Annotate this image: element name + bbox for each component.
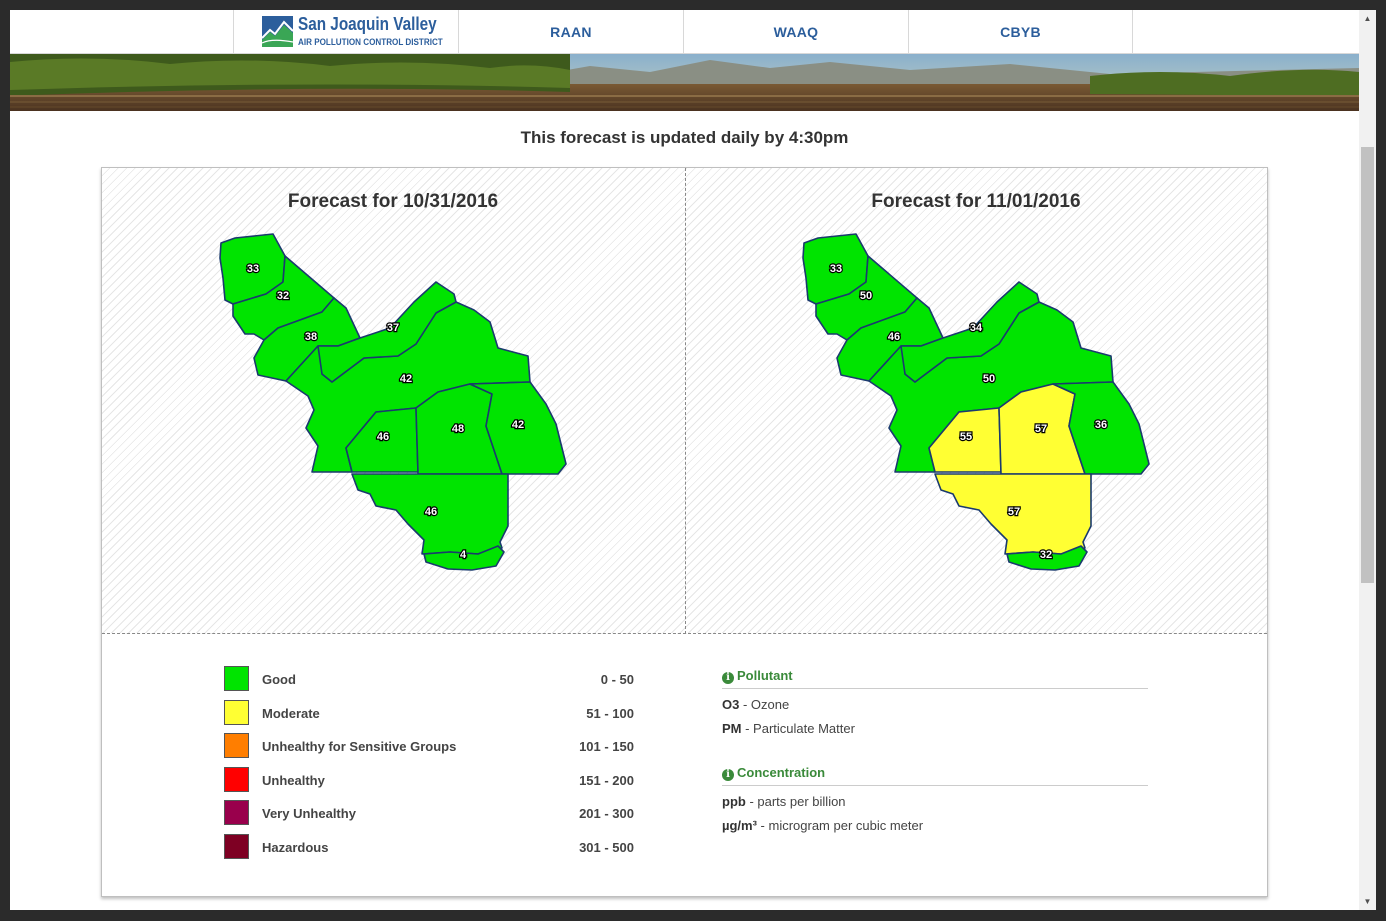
- legend-label: Moderate: [262, 706, 320, 721]
- forecast-maps: Forecast for 10/31/2016 33 32 38 37 42 46 48 42…: [102, 168, 1267, 634]
- color-swatch: [224, 700, 249, 725]
- legend-row-good: Good 0 - 50: [224, 666, 634, 692]
- legend-range: 151 - 200: [579, 773, 634, 788]
- color-swatch: [224, 800, 249, 825]
- aqi-value-label: 34: [970, 322, 983, 334]
- color-swatch: [224, 834, 249, 859]
- pollutant-row: O3 - Ozone: [722, 697, 789, 712]
- aqi-value-label: 57: [1008, 506, 1020, 518]
- legend-row-moderate: Moderate 51 - 100: [224, 700, 634, 726]
- legend-range: 51 - 100: [586, 706, 634, 721]
- pollutant-abbr: O3: [722, 697, 740, 712]
- nav-item-cbyb: CBYB: [908, 10, 1133, 54]
- aqi-value-label: 32: [1040, 549, 1052, 561]
- valley-banner-image: [10, 54, 1359, 111]
- site-header: San Joaquin Valley AIR POLLUTION CONTROL…: [10, 10, 1359, 54]
- scroll-up-arrow-icon[interactable]: ▲: [1359, 10, 1376, 27]
- aqi-value-label: 55: [960, 431, 972, 443]
- legend-row-very-unhealthy: Very Unhealthy 201 - 300: [224, 800, 634, 826]
- concentration-row: µg/m³ - microgram per cubic meter: [722, 818, 923, 833]
- legend-row-unhealthy: Unhealthy 151 - 200: [224, 767, 634, 793]
- forecast-today: Forecast for 10/31/2016 33 32 38 37 42 46 48 42…: [102, 168, 684, 634]
- legend-label: Unhealthy: [262, 773, 325, 788]
- legend-row-usg: Unhealthy for Sensitive Groups 101 - 150: [224, 733, 634, 759]
- legend-range: 201 - 300: [579, 806, 634, 821]
- update-notice: This forecast is updated daily by 4:30pm: [520, 128, 849, 147]
- pollutant-desc: - Particulate Matter: [741, 721, 855, 736]
- aqi-value-label: 42: [512, 419, 524, 431]
- legend-label: Good: [262, 672, 296, 687]
- color-swatch: [224, 666, 249, 691]
- scroll-down-arrow-icon[interactable]: ▼: [1359, 893, 1376, 910]
- logo-title: San Joaquin Valley: [298, 14, 437, 34]
- nav-link-raan[interactable]: RAAN: [459, 10, 683, 54]
- aqi-value-label: 42: [400, 373, 412, 385]
- scroll-thumb[interactable]: [1361, 147, 1374, 583]
- aqi-value-label: 4: [460, 549, 467, 561]
- aqi-value-label: 46: [425, 506, 437, 518]
- aqi-value-label: 33: [247, 263, 259, 275]
- aqi-value-label: 57: [1035, 423, 1047, 435]
- logo-subtitle: AIR POLLUTION CONTROL DISTRICT: [298, 37, 443, 47]
- legend-label: Hazardous: [262, 840, 329, 855]
- info-icon: i: [722, 769, 734, 781]
- aqi-value-label: 46: [888, 331, 900, 343]
- aqi-value-label: 33: [830, 263, 842, 275]
- nav-link-cbyb[interactable]: CBYB: [909, 10, 1132, 54]
- concentration-heading: i Concentration: [722, 765, 1148, 786]
- legend-row-hazardous: Hazardous 301 - 500: [224, 834, 634, 860]
- aqi-value-label: 37: [387, 322, 399, 334]
- aqi-value-label: 38: [305, 331, 317, 343]
- legend-range: 0 - 50: [600, 672, 634, 687]
- pollutant-abbr: PM: [722, 721, 742, 736]
- forecast-panel: Forecast for 10/31/2016 33 32 38 37 42 46 48 42…: [101, 167, 1268, 897]
- info-icon: i: [722, 672, 734, 684]
- concentration-abbr: µg/m³: [722, 818, 757, 833]
- legend-label: Very Unhealthy: [262, 806, 356, 821]
- aqi-value-label: 50: [983, 373, 995, 385]
- legend-range: 301 - 500: [579, 840, 634, 855]
- color-swatch: [224, 767, 249, 792]
- forecast-tomorrow: Forecast for 11/01/2016 33 50 46 34 50 55 57 36…: [685, 168, 1267, 634]
- aqi-value-label: 50: [860, 290, 872, 302]
- logo-link[interactable]: San Joaquin Valley AIR POLLUTION CONTROL…: [233, 10, 458, 54]
- nav-link-waaq[interactable]: WAAQ: [684, 10, 908, 54]
- concentration-heading-label: Concentration: [737, 765, 826, 780]
- concentration-row: ppb - parts per billion: [722, 794, 846, 809]
- pollutant-desc: - Ozone: [739, 697, 790, 712]
- aqi-value-label: 46: [377, 431, 389, 443]
- pollutant-heading-label: Pollutant: [737, 668, 793, 683]
- valley-map: 33 50 46 34 50 55 57 36 57 32: [802, 233, 1150, 571]
- aqi-value-label: 48: [452, 423, 464, 435]
- valley-logo-icon: [262, 16, 293, 47]
- aqi-value-label: 32: [277, 290, 289, 302]
- nav-item-waaq: WAAQ: [683, 10, 908, 54]
- aqi-value-label: 36: [1095, 419, 1107, 431]
- nav-item-raan: RAAN: [458, 10, 683, 54]
- valley-map: 33 32 38 37 42 46 48 42 46 4: [219, 233, 567, 571]
- legend-range: 101 - 150: [579, 739, 634, 754]
- pollutant-row: PM - Particulate Matter: [722, 721, 855, 736]
- pollutant-heading: i Pollutant: [722, 668, 1148, 689]
- color-swatch: [224, 733, 249, 758]
- vertical-scrollbar[interactable]: ▲ ▼: [1359, 10, 1376, 910]
- concentration-desc: - microgram per cubic meter: [756, 818, 924, 833]
- browser-page: San Joaquin Valley AIR POLLUTION CONTROL…: [10, 10, 1359, 910]
- concentration-abbr: ppb: [722, 794, 746, 809]
- concentration-desc: - parts per billion: [745, 794, 846, 809]
- legend-label: Unhealthy for Sensitive Groups: [262, 739, 457, 754]
